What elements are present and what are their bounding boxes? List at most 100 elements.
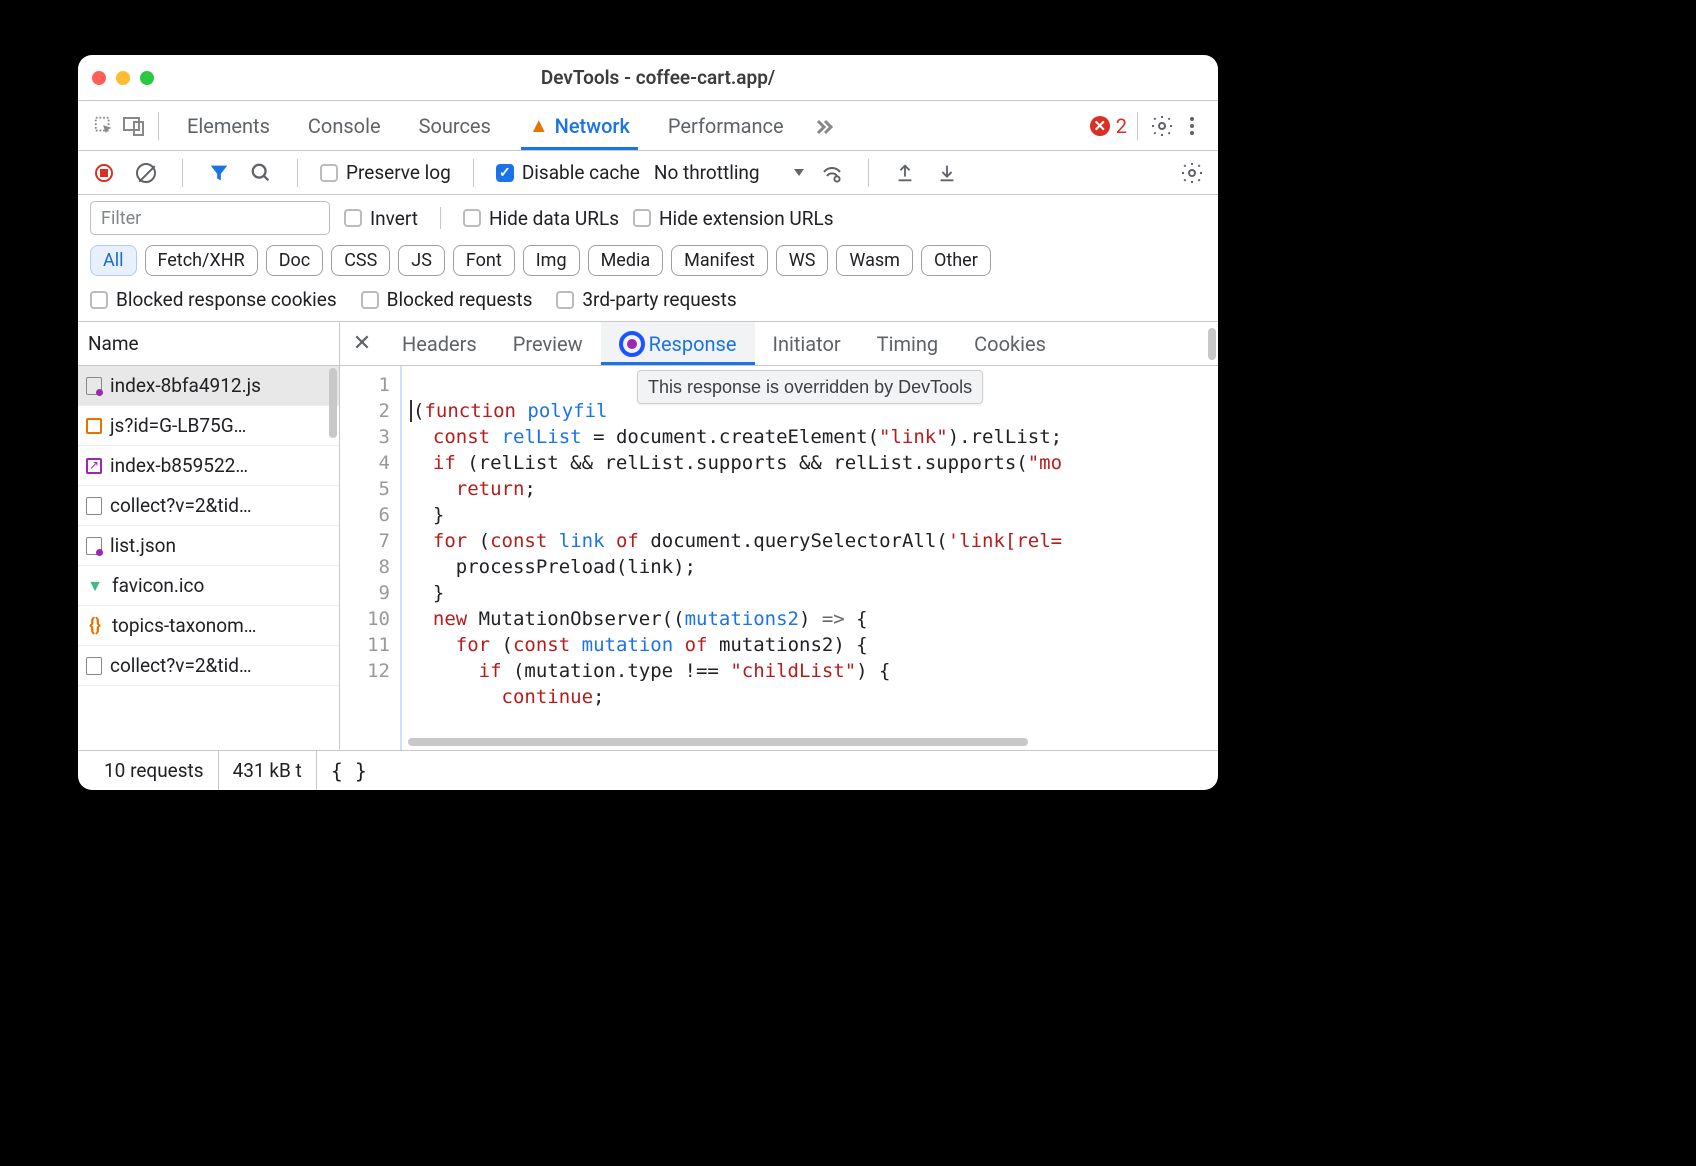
main-menu: Elements Console Sources ▲ Network Perfo… [78,101,1218,151]
code-body[interactable]: (function polyfil const relList = docume… [400,366,1218,750]
network-conditions-button[interactable] [818,159,846,187]
line-number: 9 [340,580,390,606]
type-wasm[interactable]: Wasm [836,245,913,276]
inspect-icon[interactable] [90,112,118,140]
checkbox-icon [633,209,651,227]
horizontal-scrollbar-thumb[interactable] [408,738,1028,746]
more-tabs-button[interactable] [804,101,844,150]
request-label: list.json [110,534,176,557]
format-button[interactable]: { } [317,759,367,783]
filter-icon[interactable] [205,159,233,187]
export-har-button[interactable] [891,159,919,187]
kebab-menu-button[interactable] [1178,112,1206,140]
preserve-log-label: Preserve log [346,161,451,184]
line-number: 7 [340,528,390,554]
error-badge[interactable]: ✕ 2 [1090,114,1127,138]
json-file-icon: {} [86,617,104,635]
network-settings-button[interactable] [1178,159,1206,187]
search-button[interactable] [247,159,275,187]
clear-button[interactable] [132,159,160,187]
tab-headers[interactable]: Headers [384,322,495,365]
minimize-window-button[interactable] [116,71,130,85]
request-row[interactable]: ▼ favicon.ico [78,566,339,606]
request-row[interactable]: collect?v=2&tid… [78,646,339,686]
tab-preview[interactable]: Preview [495,322,601,365]
request-label: favicon.ico [112,574,204,597]
detail-panel: ✕ Headers Preview Response Initiator Tim… [340,322,1218,750]
tab-initiator[interactable]: Initiator [755,322,859,365]
hide-extension-urls-checkbox[interactable]: Hide extension URLs [633,207,834,230]
request-label: js?id=G-LB75G… [110,414,246,437]
type-js[interactable]: JS [398,245,445,276]
status-bar: 10 requests 431 kB t { } [78,750,1218,790]
type-doc[interactable]: Doc [266,245,324,276]
checkbox-icon [556,291,574,309]
throttling-dropdown[interactable]: No throttling [654,161,804,184]
type-css[interactable]: CSS [331,245,390,276]
filter-input[interactable]: Filter [90,201,330,235]
request-row[interactable]: js?id=G-LB75G… [78,406,339,446]
request-row[interactable]: collect?v=2&tid… [78,486,339,526]
settings-button[interactable] [1148,112,1176,140]
request-row[interactable]: index-8bfa4912.js [78,366,339,406]
js-file-icon [86,537,102,555]
invert-label: Invert [370,207,418,230]
devtools-window: DevTools - coffee-cart.app/ Elements Con… [78,55,1218,790]
checkbox-checked-icon: ✓ [496,164,514,182]
blocked-requests-checkbox[interactable]: Blocked requests [361,288,533,311]
type-other[interactable]: Other [921,245,991,276]
request-label: topics-taxonom… [112,614,257,637]
tab-network[interactable]: ▲ Network [511,101,648,150]
type-all[interactable]: All [90,245,137,276]
css-file-icon [86,458,102,474]
record-button[interactable] [90,159,118,187]
invert-checkbox[interactable]: Invert [344,207,418,230]
tab-sources[interactable]: Sources [401,101,509,150]
disable-cache-checkbox[interactable]: ✓ Disable cache [496,161,640,184]
device-toolbar-icon[interactable] [120,112,148,140]
scrollbar-thumb[interactable] [329,368,337,438]
resource-type-filter: All Fetch/XHR Doc CSS JS Font Img Media … [78,241,1218,284]
blocked-cookies-label: Blocked response cookies [116,288,337,311]
throttling-label: No throttling [654,161,760,184]
type-img[interactable]: Img [523,245,580,276]
preserve-log-checkbox[interactable]: Preserve log [320,161,451,184]
type-media[interactable]: Media [588,245,664,276]
tab-response[interactable]: Response [601,322,755,365]
line-gutter: 1 2 3 4 5 6 7 8 9 10 11 12 [340,366,400,750]
request-row[interactable]: {} topics-taxonom… [78,606,339,646]
blocked-cookies-checkbox[interactable]: Blocked response cookies [90,288,337,311]
import-har-button[interactable] [933,159,961,187]
tab-response-label: Response [649,332,737,356]
request-row[interactable]: list.json [78,526,339,566]
line-number: 10 [340,606,390,632]
titlebar: DevTools - coffee-cart.app/ [78,55,1218,101]
filter-bar: Filter Invert Hide data URLs Hide extens… [78,195,1218,241]
split-pane: Name index-8bfa4912.js js?id=G-LB75G… in… [78,322,1218,750]
tab-cookies[interactable]: Cookies [956,322,1064,365]
close-detail-button[interactable]: ✕ [340,331,384,356]
line-number: 6 [340,502,390,528]
scrollbar-thumb[interactable] [1208,328,1216,360]
blocked-req-label: Blocked requests [387,288,533,311]
type-font[interactable]: Font [453,245,515,276]
request-row[interactable]: index-b859522… [78,446,339,486]
tab-performance[interactable]: Performance [650,101,802,150]
chevron-down-icon [794,169,804,176]
warning-icon: ▲ [529,113,549,138]
maximize-window-button[interactable] [140,71,154,85]
third-party-checkbox[interactable]: 3rd-party requests [556,288,736,311]
tab-elements[interactable]: Elements [169,101,288,150]
vue-icon: ▼ [86,577,104,595]
tab-console[interactable]: Console [290,101,399,150]
tab-timing[interactable]: Timing [859,322,956,365]
hide-data-urls-checkbox[interactable]: Hide data URLs [463,207,619,230]
request-list: index-8bfa4912.js js?id=G-LB75G… index-b… [78,366,339,750]
type-manifest[interactable]: Manifest [671,245,768,276]
type-fetch[interactable]: Fetch/XHR [145,245,258,276]
type-ws[interactable]: WS [776,245,829,276]
name-column-header[interactable]: Name [78,322,339,366]
close-window-button[interactable] [92,71,106,85]
error-count: 2 [1116,114,1127,138]
line-number: 4 [340,450,390,476]
